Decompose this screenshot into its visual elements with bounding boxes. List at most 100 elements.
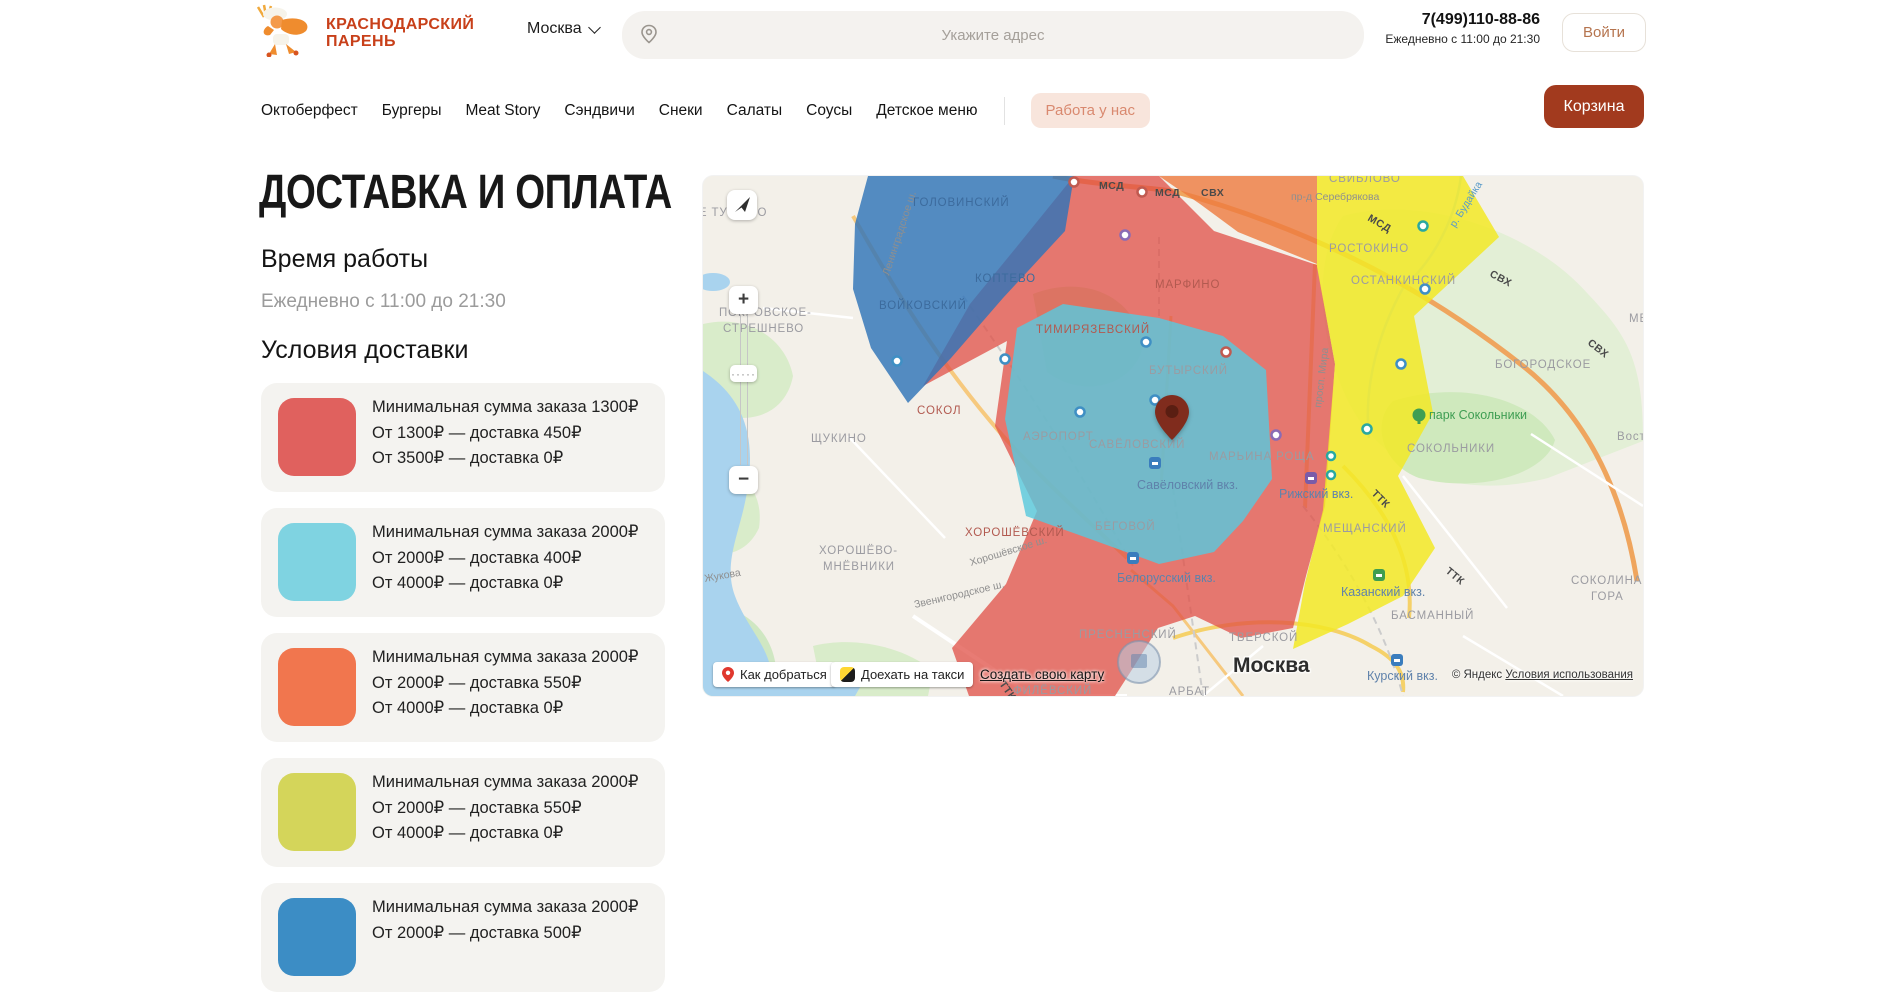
nav-divider	[1004, 97, 1005, 125]
svg-text:ХОРОШЁВО-: ХОРОШЁВО-	[819, 545, 898, 557]
svg-text:Савёловский вкз.: Савёловский вкз.	[1137, 478, 1238, 492]
zone-color-swatch	[278, 773, 356, 851]
address-search-input[interactable]	[622, 11, 1364, 59]
svg-text:Восточ: Восточ	[1617, 431, 1643, 443]
nav-item-burgers[interactable]: Бургеры	[382, 102, 442, 120]
phone-number[interactable]: 7(499)110-88-86	[1340, 11, 1540, 29]
svg-text:СОКОЛЬНИКИ: СОКОЛЬНИКИ	[1407, 443, 1495, 455]
chevron-down-icon	[588, 21, 601, 34]
address-pin-icon	[1153, 394, 1191, 447]
nav-item-sauces[interactable]: Соусы	[806, 102, 852, 120]
svg-text:БУТЫРСКИЙ: БУТЫРСКИЙ	[1149, 364, 1228, 377]
zone-line: От 3500₽ — доставка 0₽	[372, 446, 638, 472]
nav-item-sandwiches[interactable]: Сэндвичи	[564, 102, 634, 120]
map-attribution: © Яндекс Условия использования	[1452, 669, 1633, 681]
svg-text:Казанский вкз.: Казанский вкз.	[1341, 585, 1425, 599]
taxi-icon	[840, 667, 855, 682]
svg-text:РОСТОКИНО: РОСТОКИНО	[1329, 243, 1409, 255]
working-hours: Ежедневно с 11:00 до 21:30	[1340, 32, 1540, 46]
geolocate-button[interactable]	[727, 190, 757, 220]
svg-text:МСД: МСД	[1099, 180, 1124, 192]
directions-button[interactable]: Как добраться	[713, 662, 836, 687]
zoom-slider-track[interactable]	[740, 315, 748, 465]
city-name: Москва	[527, 20, 582, 38]
svg-text:СОКОЛ: СОКОЛ	[917, 405, 961, 417]
work-time-heading: Время работы	[261, 245, 428, 274]
svg-text:ХОРОШЁВСКИЙ: ХОРОШЁВСКИЙ	[965, 526, 1065, 539]
zone-color-swatch	[278, 523, 356, 601]
svg-text:БАСМАННЫЙ: БАСМАННЫЙ	[1391, 609, 1474, 622]
svg-text:СВИБЛОВО: СВИБЛОВО	[1329, 176, 1401, 185]
svg-text:АЭРОПОРТ: АЭРОПОРТ	[1023, 431, 1094, 443]
svg-text:парк Сокольники: парк Сокольники	[1429, 408, 1527, 422]
zone-color-swatch	[278, 898, 356, 976]
nav-item-kids-menu[interactable]: Детское меню	[876, 102, 977, 120]
navigation-arrow-icon	[731, 194, 753, 216]
svg-text:МЕЩАНСКИЙ: МЕЩАНСКИЙ	[1323, 522, 1407, 535]
work-time-value: Ежедневно с 11:00 до 21:30	[261, 291, 506, 313]
svg-text:Москва: Москва	[1233, 654, 1310, 677]
svg-text:ФИЛЁВСКИЙ: ФИЛЁВСКИЙ	[1013, 684, 1092, 696]
main-nav: Октоберфест Бургеры Meat Story Сэндвичи …	[261, 93, 1150, 128]
svg-text:ЩУКИНО: ЩУКИНО	[811, 433, 867, 445]
work-with-us-link[interactable]: Работа у нас	[1031, 93, 1150, 128]
zone-color-swatch	[278, 648, 356, 726]
moscow-emblem-watermark	[1118, 641, 1160, 683]
svg-text:МЕ: МЕ	[1629, 313, 1643, 325]
zone-line: От 4000₽ — доставка 0₽	[372, 696, 638, 722]
zone-line: От 4000₽ — доставка 0₽	[372, 821, 638, 847]
directions-label: Как добраться	[740, 667, 827, 682]
terms-of-use-link[interactable]: Условия использования	[1505, 669, 1633, 681]
contact-block: 7(499)110-88-86 Ежедневно с 11:00 до 21:…	[1340, 11, 1540, 46]
svg-text:СОКОЛИНАЯ: СОКОЛИНАЯ	[1571, 575, 1643, 587]
nav-item-salads[interactable]: Салаты	[727, 102, 783, 120]
svg-text:МАРФИНО: МАРФИНО	[1155, 279, 1220, 291]
svg-text:Белорусский вкз.: Белорусский вкз.	[1117, 571, 1216, 585]
svg-text:пр-д Серебрякова: пр-д Серебрякова	[1291, 191, 1379, 203]
cart-button[interactable]: Корзина	[1544, 85, 1644, 128]
logo-character-icon	[256, 3, 318, 62]
svg-text:Рижский вкз.: Рижский вкз.	[1279, 487, 1353, 501]
zone-line: Минимальная сумма заказа 1300₽	[372, 395, 638, 421]
zone-line: От 1300₽ — доставка 450₽	[372, 421, 638, 447]
zone-line: От 4000₽ — доставка 0₽	[372, 571, 638, 597]
logo[interactable]: КРАСНОДАРСКИЙ ПАРЕНЬ	[256, 3, 474, 62]
zoom-in-button[interactable]: +	[729, 286, 758, 314]
delivery-zones-list: Минимальная сумма заказа 1300₽ От 1300₽ …	[261, 383, 665, 1008]
login-button[interactable]: Войти	[1562, 13, 1646, 52]
zone-card-blue: Минимальная сумма заказа 2000₽ От 2000₽ …	[261, 883, 665, 992]
svg-text:Курский вкз.: Курский вкз.	[1367, 669, 1438, 683]
page-title: ДОСТАВКА И ОПЛАТА	[259, 168, 672, 218]
create-map-link[interactable]: Создать свою карту	[980, 667, 1104, 682]
zone-line: Минимальная сумма заказа 2000₽	[372, 520, 638, 546]
zoom-out-button[interactable]: −	[729, 466, 758, 494]
yandex-copyright: © Яндекс	[1452, 669, 1502, 681]
zone-line: От 2000₽ — доставка 550₽	[372, 796, 638, 822]
svg-text:БЕГОВОЙ: БЕГОВОЙ	[1095, 520, 1156, 533]
svg-text:МСД: МСД	[1155, 187, 1180, 199]
nav-item-snacks[interactable]: Снеки	[659, 102, 703, 120]
svg-text:МНЁВНИКИ: МНЁВНИКИ	[823, 561, 895, 573]
nav-item-oktoberfest[interactable]: Октоберфест	[261, 102, 358, 120]
svg-text:ТВЕРСКОЙ: ТВЕРСКОЙ	[1229, 631, 1298, 644]
delivery-conditions-heading: Условия доставки	[261, 336, 468, 365]
svg-text:ГОЛОВИНСКИЙ: ГОЛОВИНСКИЙ	[913, 196, 1010, 209]
zone-line: От 2000₽ — доставка 550₽	[372, 671, 638, 697]
delivery-zones-map[interactable]: ОЕ ТУШИНОПОКРОВСКОЕ-СТРЕШНЕВОЩУКИНОХОРОШ…	[703, 176, 1643, 696]
zone-card-orange: Минимальная сумма заказа 2000₽ От 2000₽ …	[261, 633, 665, 742]
city-selector[interactable]: Москва	[527, 20, 599, 38]
zone-card-cyan: Минимальная сумма заказа 2000₽ От 2000₽ …	[261, 508, 665, 617]
zone-line: От 2000₽ — доставка 500₽	[372, 921, 638, 947]
svg-text:ПРЕСНЕНСКИЙ: ПРЕСНЕНСКИЙ	[1079, 628, 1177, 641]
zoom-slider-handle[interactable]: ·····	[730, 365, 757, 382]
svg-text:БОГОРОДСКОЕ: БОГОРОДСКОЕ	[1495, 359, 1591, 371]
svg-text:ОСТАНКИНСКИЙ: ОСТАНКИНСКИЙ	[1351, 274, 1456, 287]
zone-line: Минимальная сумма заказа 2000₽	[372, 770, 638, 796]
nav-item-meat-story[interactable]: Meat Story	[465, 102, 540, 120]
location-pin-icon	[639, 24, 659, 49]
red-pin-icon	[722, 667, 734, 682]
taxi-button[interactable]: Доехать на такси	[831, 662, 973, 687]
svg-text:КОПТЕВО: КОПТЕВО	[975, 273, 1036, 285]
svg-text:ТИМИРЯЗЕВСКИЙ: ТИМИРЯЗЕВСКИЙ	[1036, 323, 1150, 336]
zone-card-red: Минимальная сумма заказа 1300₽ От 1300₽ …	[261, 383, 665, 492]
